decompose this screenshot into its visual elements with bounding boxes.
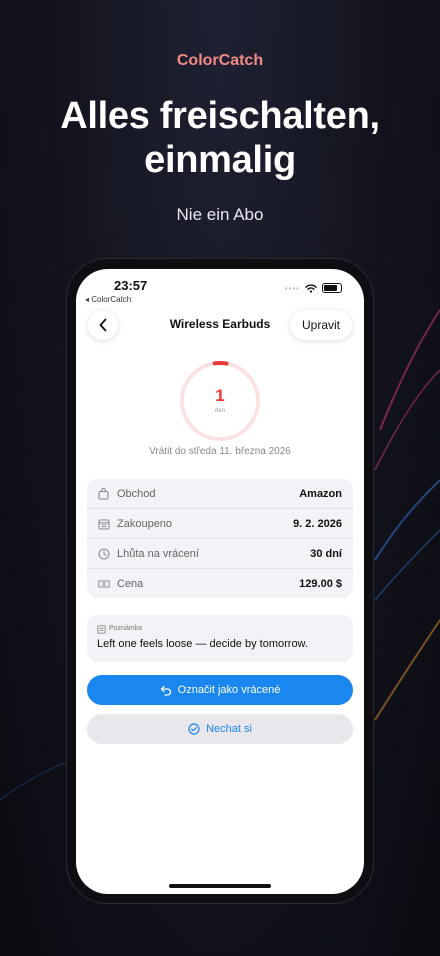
detail-label: Cena: [117, 577, 144, 590]
return-arrow-icon: [160, 685, 171, 696]
countdown-value: 1: [215, 386, 225, 405]
note-card: Poznámka Left one feels loose — decide b…: [87, 615, 353, 662]
return-deadline: Vrátit do středa 11. března 2026: [149, 446, 291, 457]
headline-line-2: einmalig: [144, 139, 296, 181]
status-time: 23:57: [114, 278, 148, 293]
phone-frame: 23:57 ◂ ColorCatch •••• Wireless Earbuds…: [67, 259, 373, 903]
detail-value: Amazon: [299, 487, 342, 500]
status-icons: ••••: [285, 283, 342, 293]
battery-icon: [322, 283, 342, 293]
mark-returned-label: Označit jako vrácené: [177, 684, 281, 696]
note-icon: [97, 625, 106, 634]
detail-value: 9. 2. 2026: [293, 517, 342, 530]
detail-label: Lhůta na vrácení: [117, 547, 199, 560]
brand-name: ColorCatch: [176, 52, 264, 69]
detail-value: 129.00 $: [299, 577, 342, 590]
banknote-icon: [98, 578, 110, 590]
calendar-icon: [98, 518, 110, 530]
edit-button[interactable]: Upravit: [289, 310, 352, 340]
wifi-icon: [305, 283, 317, 293]
countdown-unit: den: [214, 408, 225, 414]
note-text: Left one feels loose — decide by tomorro…: [97, 638, 308, 650]
promo-headline: Alles freischalten, einmalig: [0, 94, 440, 182]
keep-label: Nechat si: [206, 723, 252, 735]
phone-screen: 23:57 ◂ ColorCatch •••• Wireless Earbuds…: [76, 269, 364, 894]
home-indicator[interactable]: [169, 884, 271, 888]
clock-icon: [98, 547, 110, 560]
detail-label: Obchod: [117, 487, 156, 500]
promo-subheadline: Nie ein Abo: [176, 205, 264, 224]
status-back-to-app[interactable]: ◂ ColorCatch: [85, 295, 131, 304]
check-badge-icon: [188, 723, 200, 735]
detail-row-price: Cena 129.00 $: [87, 569, 353, 598]
signal-dots-icon: ••••: [284, 283, 300, 293]
details-card: Obchod Amazon Zakoupeno 9. 2. 2026 Lhůta…: [87, 479, 353, 598]
detail-row-purchased: Zakoupeno 9. 2. 2026: [87, 509, 353, 539]
mark-returned-button[interactable]: Označit jako vrácené: [87, 675, 353, 705]
detail-row-return-window: Lhůta na vrácení 30 dní: [87, 539, 353, 569]
detail-row-store: Obchod Amazon: [87, 479, 353, 509]
detail-value: 30 dní: [310, 547, 342, 560]
note-label: Poznámka: [109, 625, 143, 632]
keep-button[interactable]: Nechat si: [87, 714, 353, 744]
detail-label: Zakoupeno: [117, 517, 173, 530]
shopping-bag-icon: [98, 487, 110, 500]
headline-line-1: Alles freischalten,: [60, 95, 380, 137]
